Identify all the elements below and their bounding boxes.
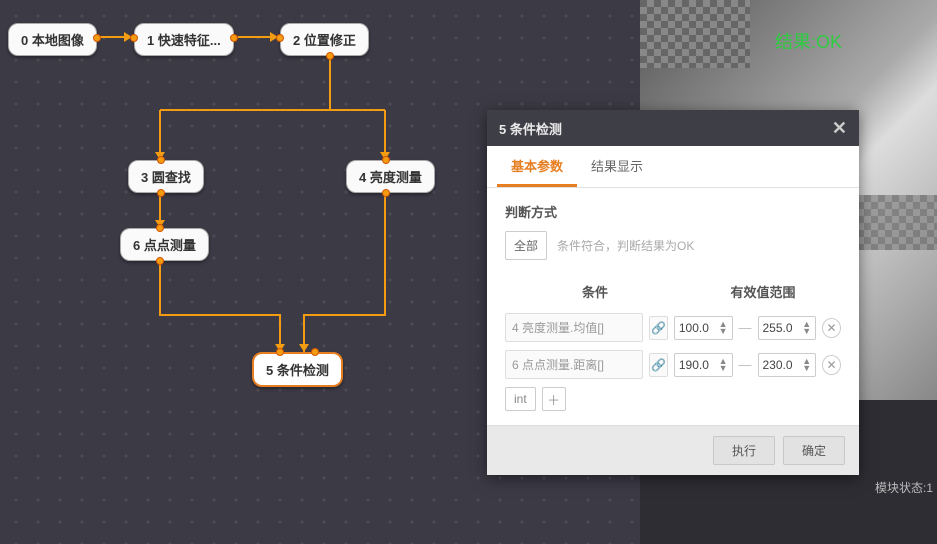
node-label: 3 圆查找 xyxy=(141,170,191,185)
port-in[interactable] xyxy=(382,156,390,164)
port-out[interactable] xyxy=(326,52,334,60)
node-condition-detect[interactable]: 5 条件检测 xyxy=(252,352,343,387)
dialog-body: 判断方式 全部 条件符合，判断结果为OK 条件 有效值范围 4 亮度测量.均值[… xyxy=(487,188,859,425)
max-input[interactable]: 255.0 ▲▼ xyxy=(758,316,817,340)
dialog-footer: 执行 确定 xyxy=(487,425,859,475)
node-label: 1 快速特征... xyxy=(147,33,221,48)
min-input[interactable]: 190.0 ▲▼ xyxy=(674,353,733,377)
port-out[interactable] xyxy=(156,257,164,265)
port-in[interactable] xyxy=(276,34,284,42)
module-status: 模块状态:1 xyxy=(875,479,933,496)
type-select[interactable]: int xyxy=(505,387,536,411)
node-local-image[interactable]: 0 本地图像 xyxy=(8,23,97,56)
close-icon[interactable]: ✕ xyxy=(832,119,847,137)
range-dash: — xyxy=(739,320,752,335)
node-label: 0 本地图像 xyxy=(21,33,84,48)
node-label: 5 条件检测 xyxy=(266,363,329,378)
col-condition: 条件 xyxy=(505,282,685,301)
node-circle-find[interactable]: 3 圆查找 xyxy=(128,160,204,193)
spinner-icon[interactable]: ▲▼ xyxy=(719,321,728,335)
port-in[interactable] xyxy=(311,348,319,356)
spinner-icon[interactable]: ▲▼ xyxy=(802,321,811,335)
min-input[interactable]: 100.0 ▲▼ xyxy=(674,316,733,340)
spinner-icon[interactable]: ▲▼ xyxy=(802,358,811,372)
node-fast-feature[interactable]: 1 快速特征... xyxy=(134,23,234,56)
range-dash: — xyxy=(739,357,752,372)
condition-row: 6 点点测量.距离[] 🔗 190.0 ▲▼ — 230.0 ▲▼ ✕ xyxy=(505,350,841,379)
port-out[interactable] xyxy=(382,189,390,197)
condition-row: 4 亮度测量.均值[] 🔗 100.0 ▲▼ — 255.0 ▲▼ ✕ xyxy=(505,313,841,342)
link-icon[interactable]: 🔗 xyxy=(649,316,668,340)
judge-mode-value: 全部 xyxy=(514,237,538,254)
link-icon[interactable]: 🔗 xyxy=(649,353,668,377)
condition-dialog: 5 条件检测 ✕ 基本参数 结果显示 判断方式 全部 条件符合，判断结果为OK … xyxy=(487,110,859,475)
condition-name[interactable]: 6 点点测量.距离[] xyxy=(505,350,643,379)
spinner-icon[interactable]: ▲▼ xyxy=(719,358,728,372)
port-in[interactable] xyxy=(130,34,138,42)
judge-mode-select[interactable]: 全部 xyxy=(505,231,547,260)
dialog-title: 5 条件检测 xyxy=(499,119,562,138)
execute-button[interactable]: 执行 xyxy=(713,436,775,465)
preview-checker xyxy=(640,0,750,68)
port-in[interactable] xyxy=(156,224,164,232)
node-position-fix[interactable]: 2 位置修正 xyxy=(280,23,369,56)
dialog-tabs: 基本参数 结果显示 xyxy=(487,146,859,188)
conditions-header: 条件 有效值范围 xyxy=(505,282,841,301)
max-input[interactable]: 230.0 ▲▼ xyxy=(758,353,817,377)
node-brightness[interactable]: 4 亮度测量 xyxy=(346,160,435,193)
dialog-titlebar[interactable]: 5 条件检测 ✕ xyxy=(487,110,859,146)
tab-basic[interactable]: 基本参数 xyxy=(497,146,577,187)
port-in[interactable] xyxy=(157,156,165,164)
judge-label: 判断方式 xyxy=(505,202,841,221)
col-range: 有效值范围 xyxy=(685,282,841,301)
judge-hint: 条件符合，判断结果为OK xyxy=(557,237,694,254)
node-label: 2 位置修正 xyxy=(293,33,356,48)
delete-row-button[interactable]: ✕ xyxy=(822,355,841,375)
add-row-button[interactable]: ＋ xyxy=(542,387,566,411)
port-out[interactable] xyxy=(157,189,165,197)
tab-result[interactable]: 结果显示 xyxy=(577,146,657,187)
port-out[interactable] xyxy=(93,34,101,42)
node-point-point[interactable]: 6 点点测量 xyxy=(120,228,209,261)
node-label: 6 点点测量 xyxy=(133,238,196,253)
condition-name[interactable]: 4 亮度测量.均值[] xyxy=(505,313,643,342)
port-in[interactable] xyxy=(276,348,284,356)
port-out[interactable] xyxy=(230,34,238,42)
delete-row-button[interactable]: ✕ xyxy=(822,318,841,338)
node-label: 4 亮度测量 xyxy=(359,170,422,185)
ok-button[interactable]: 确定 xyxy=(783,436,845,465)
result-text: 结果:OK xyxy=(775,28,842,54)
